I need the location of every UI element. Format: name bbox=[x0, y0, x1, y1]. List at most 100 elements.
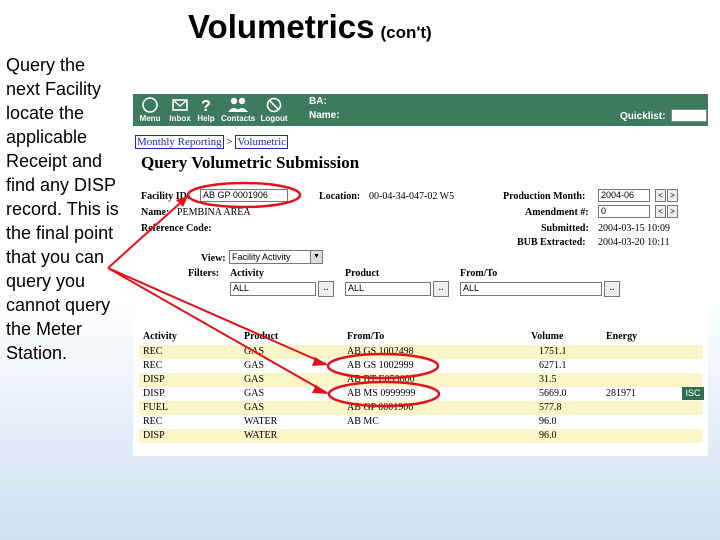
cell-fromto[interactable]: AB GS 1002999 bbox=[347, 360, 414, 371]
table-row: REC GAS AB GS 1002498 1751.1 bbox=[139, 345, 702, 359]
amendment-next-button[interactable]: > bbox=[667, 205, 678, 218]
no-entry-icon bbox=[266, 97, 282, 113]
cell-fromto[interactable]: AB BT E053000 bbox=[347, 374, 415, 385]
cell-activity: REC bbox=[143, 360, 163, 371]
cell-volume: 96.0 bbox=[539, 416, 557, 427]
cell-volume: 6271.1 bbox=[539, 360, 567, 371]
cell-fromto[interactable]: AB MS 0999999 bbox=[347, 388, 415, 399]
menu-button[interactable]: Menu bbox=[135, 96, 165, 123]
column-header-volume: Volume bbox=[531, 331, 564, 342]
page-title: Query Volumetric Submission bbox=[141, 153, 360, 172]
cell-volume: 5669.0 bbox=[539, 388, 567, 399]
bub-extracted-label: BUB Extracted: bbox=[517, 237, 586, 248]
svg-text:?: ? bbox=[201, 98, 211, 114]
location-value: 00-04-34-047-02 W5 bbox=[369, 191, 455, 202]
cell-product: WATER bbox=[244, 430, 278, 441]
app-window: Menu Inbox ? Help Contacts Logout BA: Na… bbox=[133, 94, 708, 456]
envelope-icon bbox=[172, 99, 188, 111]
cell-activity: DISP bbox=[143, 388, 165, 399]
view-select-value: Facility Activity bbox=[232, 252, 291, 262]
table-row: REC GAS AB GS 1002999 6271.1 bbox=[139, 359, 702, 373]
production-month-label: Production Month: bbox=[503, 191, 586, 202]
cell-volume: 96.0 bbox=[539, 430, 557, 441]
cell-volume: 577.8 bbox=[539, 402, 562, 413]
bub-extracted-value: 2004-03-20 10:11 bbox=[598, 237, 670, 248]
breadcrumb: Monthly Reporting > Volumetric bbox=[135, 135, 289, 149]
product-filter-label: Product bbox=[345, 268, 380, 279]
cell-fromto[interactable]: AB GP 0001906 bbox=[347, 402, 413, 413]
quicklist-label: Quicklist: bbox=[620, 111, 666, 122]
table-row: FUEL GAS AB GP 0001906 577.8 bbox=[139, 401, 702, 415]
table-row: DISP WATER 96.0 bbox=[139, 429, 702, 443]
cell-activity: REC bbox=[143, 416, 163, 427]
amendment-prev-button[interactable]: < bbox=[655, 205, 666, 218]
menu-label: Menu bbox=[139, 114, 161, 123]
breadcrumb-volumetric[interactable]: Volumetric bbox=[235, 135, 289, 149]
help-label: Help bbox=[197, 114, 215, 123]
help-button[interactable]: ? Help bbox=[191, 96, 221, 123]
logout-button[interactable]: Logout bbox=[259, 96, 289, 123]
cell-product: GAS bbox=[244, 374, 265, 385]
cell-fromto[interactable]: AB MC bbox=[347, 416, 379, 427]
contacts-button[interactable]: Contacts bbox=[221, 96, 255, 123]
table-row: DISP GAS AB MS 0999999 5669.0 281971 ISC bbox=[139, 387, 704, 401]
production-month-next-button[interactable]: > bbox=[667, 189, 678, 202]
instruction-text: Query the next Facility locate the appli… bbox=[6, 55, 119, 363]
facility-id-input[interactable]: AB GP 0001906 bbox=[200, 189, 288, 202]
toolbar: Menu Inbox ? Help Contacts Logout BA: Na… bbox=[133, 94, 708, 126]
filters-label: Filters: bbox=[188, 268, 220, 279]
table-row: REC WATER AB MC 96.0 bbox=[139, 415, 702, 429]
slide-title-suffix: (con't) bbox=[380, 23, 432, 42]
quicklist-input[interactable] bbox=[671, 109, 707, 122]
cell-activity: DISP bbox=[143, 374, 165, 385]
question-mark-icon: ? bbox=[201, 98, 211, 114]
name-value: PEMBINA AREA bbox=[177, 207, 251, 218]
cell-activity: FUEL bbox=[143, 402, 168, 413]
cell-product: WATER bbox=[244, 416, 278, 427]
breadcrumb-separator: > bbox=[226, 136, 233, 148]
contacts-label: Contacts bbox=[221, 114, 256, 123]
activity-filter-lookup-button[interactable]: .. bbox=[318, 281, 334, 297]
ba-label: BA: bbox=[309, 96, 327, 107]
user-name-label: Name: bbox=[309, 110, 340, 121]
reference-code-label: Reference Code: bbox=[141, 223, 212, 234]
isc-button[interactable]: ISC bbox=[682, 387, 704, 400]
cell-product: GAS bbox=[244, 388, 265, 399]
compass-icon bbox=[142, 97, 158, 113]
submitted-value: 2004-03-15 10:09 bbox=[598, 223, 670, 234]
column-header-energy: Energy bbox=[606, 331, 638, 342]
cell-energy: 281971 bbox=[606, 388, 636, 399]
cell-fromto[interactable]: AB GS 1002498 bbox=[347, 346, 414, 357]
fromto-filter-input[interactable]: ALL bbox=[460, 282, 602, 296]
logout-label: Logout bbox=[260, 114, 288, 123]
cell-activity: REC bbox=[143, 346, 163, 357]
activity-filter-input[interactable]: ALL bbox=[230, 282, 316, 296]
activity-filter-label: Activity bbox=[230, 268, 264, 279]
people-icon bbox=[228, 97, 248, 112]
facility-id-label: Facility ID: bbox=[141, 191, 191, 202]
view-select[interactable]: Facility Activity ▼ bbox=[229, 250, 323, 264]
name-label: Name: bbox=[141, 207, 170, 218]
production-month-input[interactable]: 2004-06 bbox=[598, 189, 650, 202]
column-header-product: Product bbox=[244, 331, 279, 342]
breadcrumb-monthly-reporting[interactable]: Monthly Reporting bbox=[135, 135, 224, 149]
slide-title-text: Volumetrics bbox=[188, 8, 375, 45]
table-row: DISP GAS AB BT E053000 31.5 bbox=[139, 373, 702, 387]
cell-volume: 1751.1 bbox=[539, 346, 567, 357]
submitted-label: Submitted: bbox=[541, 223, 589, 234]
cell-product: GAS bbox=[244, 360, 265, 371]
column-header-activity: Activity bbox=[143, 331, 177, 342]
production-month-prev-button[interactable]: < bbox=[655, 189, 666, 202]
cell-product: GAS bbox=[244, 346, 265, 357]
cell-activity: DISP bbox=[143, 430, 165, 441]
fromto-filter-label: From/To bbox=[460, 268, 498, 279]
column-header-fromto: From/To bbox=[347, 331, 385, 342]
fromto-filter-lookup-button[interactable]: .. bbox=[604, 281, 620, 297]
location-label: Location: bbox=[319, 191, 361, 202]
product-filter-lookup-button[interactable]: .. bbox=[433, 281, 449, 297]
product-filter-input[interactable]: ALL bbox=[345, 282, 431, 296]
amendment-input[interactable]: 0 bbox=[598, 205, 650, 218]
view-label: View: bbox=[201, 253, 226, 264]
chevron-down-icon: ▼ bbox=[310, 251, 322, 263]
cell-product: GAS bbox=[244, 402, 265, 413]
